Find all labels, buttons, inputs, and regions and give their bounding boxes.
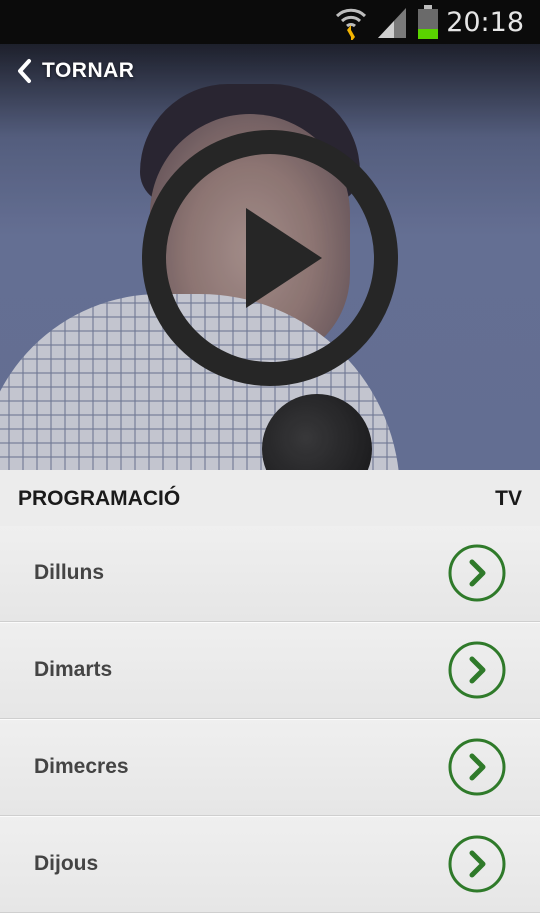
list-item-dimarts[interactable]: Dimarts (0, 622, 540, 719)
back-label: TORNAR (42, 59, 135, 82)
section-header: PROGRAMACIÓ TV (0, 470, 540, 526)
list-item-dijous[interactable]: Dijous (0, 816, 540, 913)
signal-icon (378, 8, 407, 38)
day-label: Dijous (34, 852, 99, 875)
section-title: PROGRAMACIÓ (18, 487, 181, 510)
status-bar: 20:18 (0, 0, 540, 44)
chevron-right-circle-icon[interactable] (448, 835, 506, 893)
wifi-icon (336, 8, 367, 40)
day-list: Dilluns Dimarts Dimecres Dijous (0, 526, 540, 913)
status-time: 20:18 (446, 6, 524, 38)
battery-icon (418, 5, 439, 39)
back-button[interactable]: TORNAR (14, 58, 134, 84)
day-label: Dilluns (34, 561, 105, 584)
list-item-dimecres[interactable]: Dimecres (0, 719, 540, 816)
chevron-right-circle-icon[interactable] (448, 544, 506, 602)
list-item-dilluns[interactable]: Dilluns (0, 526, 540, 622)
play-icon[interactable] (142, 130, 398, 386)
video-preview[interactable]: ​ TORNAR (0, 44, 540, 470)
status-icons: 20:18 (334, 0, 540, 44)
chevron-left-icon (18, 59, 31, 83)
chevron-right-circle-icon[interactable] (448, 738, 506, 796)
day-label: Dimarts (34, 658, 113, 681)
day-label: Dimecres (34, 755, 129, 778)
chevron-right-circle-icon[interactable] (448, 641, 506, 699)
section-tv-label: TV (495, 487, 522, 510)
